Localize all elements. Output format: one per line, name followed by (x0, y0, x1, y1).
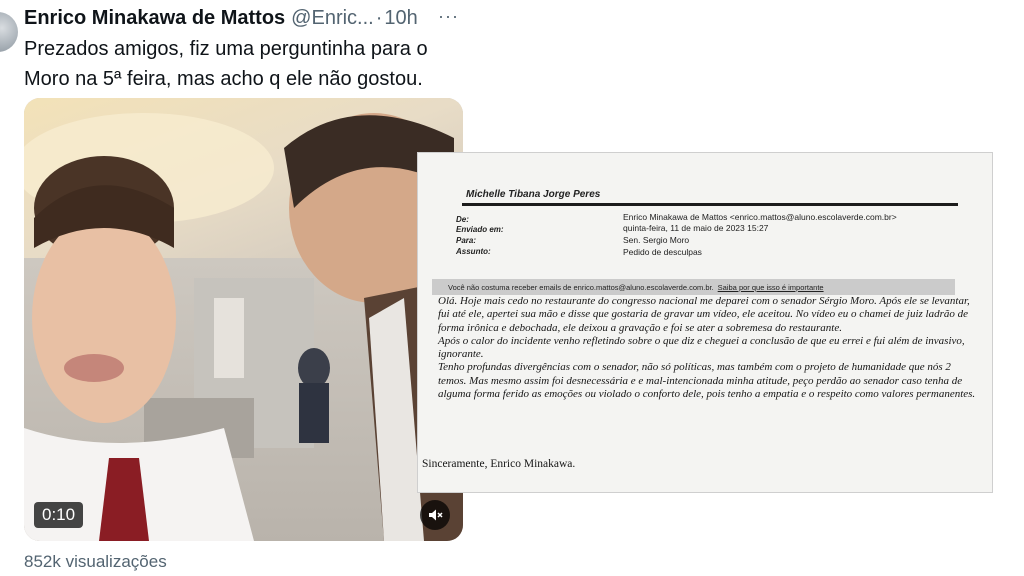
email-to-label: Para: (456, 236, 477, 245)
author-name[interactable]: Enrico Minakawa de Mattos (24, 7, 285, 30)
speaker-muted-icon[interactable] (420, 500, 450, 530)
video-player[interactable] (24, 98, 463, 541)
email-sent-label: Enviado em: (456, 225, 504, 234)
email-from-value: Enrico Minakawa de Mattos <enrico.mattos… (623, 212, 897, 222)
email-paragraph: Tenho profundas divergências com o senad… (438, 361, 976, 401)
video-frame (24, 98, 463, 541)
email-divider (462, 203, 958, 206)
notice-link[interactable]: Saiba por que isso é importante (718, 283, 824, 292)
email-to-value: Sen. Sergio Moro (623, 235, 690, 245)
notice-message: Você não costuma receber emails de enric… (448, 283, 714, 292)
author-handle[interactable]: @Enric... (291, 7, 374, 30)
header-separator: · (375, 6, 383, 29)
tweet-text: Prezados amigos, fiz uma perguntinha par… (24, 38, 428, 90)
email-subject-value: Pedido de desculpas (623, 247, 702, 257)
video-duration: 0:10 (34, 502, 84, 528)
email-screenshot: Michelle Tibana Jorge Peres De: Enviado … (418, 153, 992, 492)
external-sender-notice-text: Você não costuma receber emails de enric… (448, 283, 824, 292)
view-count[interactable]: 852k visualizações (24, 552, 167, 572)
tweet-timestamp[interactable]: 10h (384, 7, 417, 30)
more-options-button[interactable]: ··· (438, 6, 462, 26)
email-sent-value: quinta-feira, 11 de maio de 2023 15:27 (623, 223, 769, 233)
tweet-header: Enrico Minakawa de Mattos @Enric... · 10… (24, 6, 418, 30)
email-paragraph: Após o calor do incidente venho refletin… (438, 334, 965, 361)
email-subject-label: Assunto: (456, 247, 491, 256)
email-sender-header: Michelle Tibana Jorge Peres (466, 189, 601, 200)
email-signoff: Sinceramente, Enrico Minakawa. (422, 458, 576, 470)
author-avatar[interactable] (0, 12, 18, 52)
email-paragraph: Olá. Hoje mais cedo no restaurante do co… (438, 295, 970, 334)
email-body: Olá. Hoje mais cedo no restaurante do co… (436, 295, 976, 401)
email-from-label: De: (456, 215, 469, 224)
